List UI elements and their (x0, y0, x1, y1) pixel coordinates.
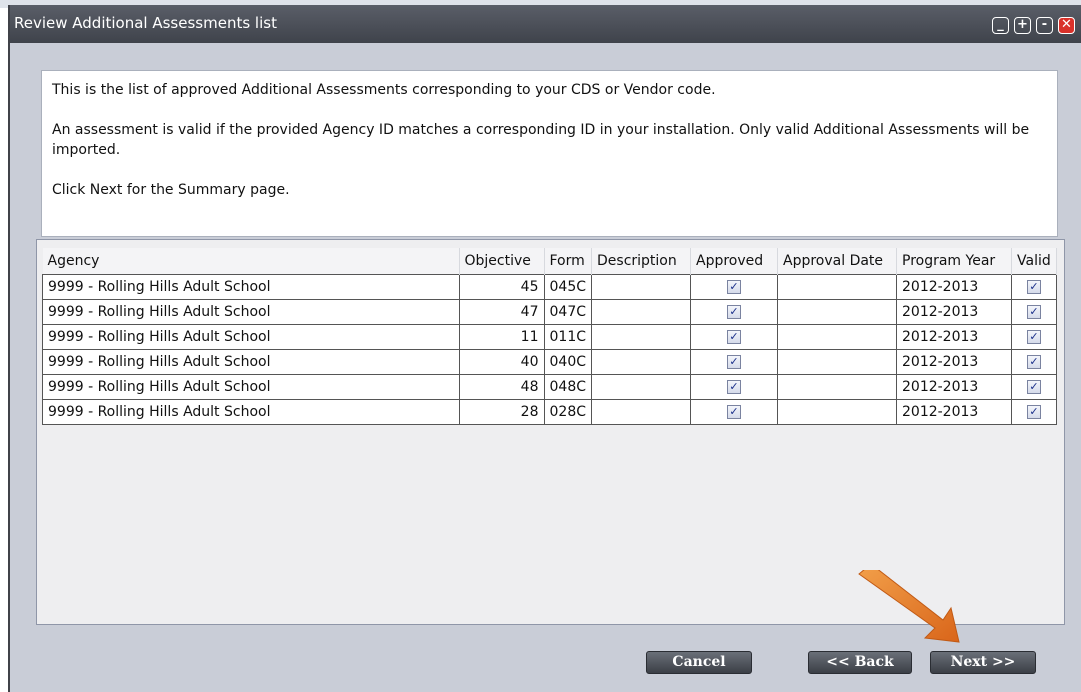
column-header-agency[interactable]: Agency (42, 248, 460, 275)
cancel-button[interactable]: Cancel (646, 651, 752, 674)
objective-cell: 47 (458, 299, 545, 325)
checkbox-icon[interactable]: ✓ (1027, 330, 1041, 344)
agency-cell: 9999 - Rolling Hills Adult School (42, 399, 460, 425)
approved-checkbox[interactable]: ✓ (690, 349, 778, 375)
program-year-cell: 2012-2013 (896, 274, 1012, 300)
assessments-grid: Agency Objective Form Description Approved Ap… (36, 239, 1065, 625)
checkbox-icon[interactable]: ✓ (1027, 280, 1041, 294)
valid-checkbox[interactable]: ✓ (1011, 324, 1057, 350)
program-year-cell: 2012-2013 (896, 374, 1012, 400)
objective-cell: 48 (458, 374, 545, 400)
column-header-objective[interactable]: Objective (459, 248, 545, 275)
close-button[interactable]: ✕ (1058, 17, 1075, 34)
approved-checkbox[interactable]: ✓ (690, 374, 778, 400)
column-header-form[interactable]: Form (544, 248, 592, 275)
window-controls: _ + - ✕ (992, 17, 1075, 34)
program-year-cell: 2012-2013 (896, 399, 1012, 425)
window-title: Review Additional Assessments list (14, 14, 277, 32)
column-header-approval-date[interactable]: Approval Date (777, 248, 897, 275)
checkbox-icon[interactable]: ✓ (1027, 380, 1041, 394)
objective-cell: 45 (458, 274, 545, 300)
column-header-approved[interactable]: Approved (690, 248, 778, 275)
checkbox-icon[interactable]: ✓ (1027, 405, 1041, 419)
description-cell (591, 299, 691, 325)
objective-cell: 28 (458, 399, 545, 425)
form-cell: 045C (543, 274, 592, 300)
approval-date-cell (777, 349, 897, 375)
approval-date-cell (777, 299, 897, 325)
description-cell (591, 324, 691, 350)
objective-cell: 40 (458, 349, 545, 375)
form-cell: 028C (543, 399, 592, 425)
column-header-program-year[interactable]: Program Year (896, 248, 1012, 275)
table-row[interactable]: 9999 - Rolling Hills Adult School 45 045C ✓… (42, 274, 1057, 300)
agency-cell: 9999 - Rolling Hills Adult School (42, 349, 460, 375)
approved-checkbox[interactable]: ✓ (690, 324, 778, 350)
approval-date-cell (777, 374, 897, 400)
checkbox-icon[interactable]: ✓ (727, 305, 741, 319)
approval-date-cell (777, 399, 897, 425)
table-row[interactable]: 9999 - Rolling Hills Adult School 28 028C ✓… (42, 399, 1057, 425)
instruction-line-1: This is the list of approved Additional … (52, 82, 716, 98)
program-year-cell: 2012-2013 (896, 299, 1012, 325)
add-button[interactable]: + (1014, 17, 1031, 34)
form-cell: 040C (543, 349, 592, 375)
table-row[interactable]: 9999 - Rolling Hills Adult School 48 048C ✓… (42, 374, 1057, 400)
dialog-window: Review Additional Assessments list _ + -… (8, 5, 1081, 692)
valid-checkbox[interactable]: ✓ (1011, 274, 1057, 300)
back-button[interactable]: << Back (808, 651, 912, 674)
agency-cell: 9999 - Rolling Hills Adult School (42, 274, 460, 300)
title-bar: Review Additional Assessments list _ + -… (10, 5, 1081, 43)
approved-checkbox[interactable]: ✓ (690, 299, 778, 325)
next-button[interactable]: Next >> (930, 651, 1036, 674)
description-cell (591, 274, 691, 300)
program-year-cell: 2012-2013 (896, 349, 1012, 375)
table-row[interactable]: 9999 - Rolling Hills Adult School 40 040C ✓… (42, 349, 1057, 375)
checkbox-icon[interactable]: ✓ (727, 280, 741, 294)
description-cell (591, 399, 691, 425)
valid-checkbox[interactable]: ✓ (1011, 299, 1057, 325)
table-row[interactable]: 9999 - Rolling Hills Adult School 11 011C ✓… (42, 324, 1057, 350)
column-header-description[interactable]: Description (591, 248, 691, 275)
checkbox-icon[interactable]: ✓ (727, 355, 741, 369)
approved-checkbox[interactable]: ✓ (690, 274, 778, 300)
program-year-cell: 2012-2013 (896, 324, 1012, 350)
agency-cell: 9999 - Rolling Hills Adult School (42, 299, 460, 325)
form-cell: 048C (543, 374, 592, 400)
approval-date-cell (777, 324, 897, 350)
table-row[interactable]: 9999 - Rolling Hills Adult School 47 047C ✓… (42, 299, 1057, 325)
checkbox-icon[interactable]: ✓ (1027, 305, 1041, 319)
checkbox-icon[interactable]: ✓ (1027, 355, 1041, 369)
checkbox-icon[interactable]: ✓ (727, 380, 741, 394)
minimize-button[interactable]: _ (992, 17, 1009, 34)
instruction-line-3: Click Next for the Summary page. (52, 182, 290, 198)
checkbox-icon[interactable]: ✓ (727, 405, 741, 419)
instruction-line-2: An assessment is valid if the provided A… (52, 122, 1030, 158)
form-cell: 047C (543, 299, 592, 325)
form-cell: 011C (543, 324, 592, 350)
instructions-panel: This is the list of approved Additional … (41, 70, 1058, 237)
valid-checkbox[interactable]: ✓ (1011, 374, 1057, 400)
approval-date-cell (777, 274, 897, 300)
description-cell (591, 349, 691, 375)
header-row: Agency Objective Form Description Approved Ap… (42, 248, 1057, 275)
description-cell (591, 374, 691, 400)
remove-button[interactable]: - (1036, 17, 1053, 34)
approved-checkbox[interactable]: ✓ (690, 399, 778, 425)
valid-checkbox[interactable]: ✓ (1011, 399, 1057, 425)
agency-cell: 9999 - Rolling Hills Adult School (42, 324, 460, 350)
column-header-valid[interactable]: Valid (1011, 248, 1057, 275)
valid-checkbox[interactable]: ✓ (1011, 349, 1057, 375)
objective-cell: 11 (458, 324, 545, 350)
assessments-table: Agency Objective Form Description Approved Ap… (42, 248, 1057, 425)
checkbox-icon[interactable]: ✓ (727, 330, 741, 344)
agency-cell: 9999 - Rolling Hills Adult School (42, 374, 460, 400)
orange-arrow-icon (858, 570, 960, 643)
